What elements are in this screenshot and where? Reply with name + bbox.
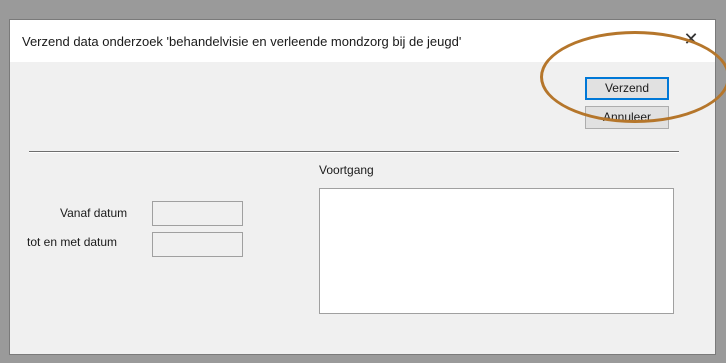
send-data-dialog: Verzend data onderzoek 'behandelvisie en… — [9, 19, 716, 355]
title-bar: Verzend data onderzoek 'behandelvisie en… — [10, 20, 715, 62]
send-button[interactable]: Verzend — [585, 77, 669, 100]
progress-label: Voortgang — [319, 163, 374, 177]
dialog-title: Verzend data onderzoek 'behandelvisie en… — [22, 34, 462, 49]
close-icon[interactable]: ✕ — [681, 29, 701, 49]
divider — [29, 151, 679, 153]
progress-log[interactable] — [319, 188, 674, 314]
cancel-button[interactable]: Annuleer — [585, 106, 669, 129]
to-date-label: tot en met datum — [27, 235, 118, 249]
from-date-label: Vanaf datum — [60, 206, 128, 220]
from-date-field[interactable] — [152, 201, 243, 226]
screen-backdrop: Verzend data onderzoek 'behandelvisie en… — [0, 0, 726, 363]
to-date-field[interactable] — [152, 232, 243, 257]
